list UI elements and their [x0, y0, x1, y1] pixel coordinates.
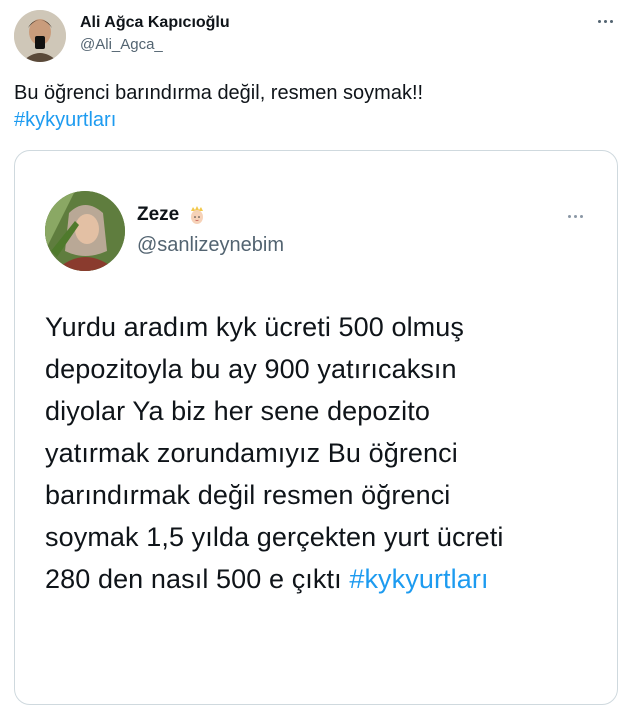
princess-emoji-icon	[191, 206, 204, 224]
quoted-text-line: soymak 1,5 yılda gerçekten yurt ücreti	[45, 522, 504, 552]
author-photo	[14, 10, 66, 62]
quoted-text-line: Yurdu aradım kyk ücreti 500 olmuş	[45, 312, 464, 342]
quoted-author-name: Zeze	[137, 204, 180, 225]
tweet-text: Bu öğrenci barındırma değil, resmen soym…	[14, 80, 614, 134]
quoted-text-line-last: 280 den nasıl 500 e çıktı #kykyurtları	[45, 558, 605, 600]
author-name[interactable]: Ali Ağca Kapıcıoğlu	[80, 14, 230, 32]
quoted-more-options-icon[interactable]	[563, 209, 587, 223]
author-handle[interactable]: @Ali_Agca_	[80, 36, 163, 53]
quoted-text-line-tail: 280 den nasıl 500 e çıktı	[45, 564, 342, 594]
quoted-author-handle[interactable]: @sanlizeynebim	[137, 234, 284, 257]
quoted-text-line: depozitoyla bu ay 900 yatırıcaksın	[45, 354, 457, 384]
more-options-icon[interactable]	[593, 12, 617, 30]
tweet-body: Bu öğrenci barındırma değil, resmen soym…	[14, 82, 424, 104]
quoted-author-name-row[interactable]: Zeze	[137, 204, 207, 226]
quoted-hashtag-link[interactable]: #kykyurtları	[349, 564, 488, 594]
quoted-author-photo	[45, 191, 125, 271]
quoted-author-avatar[interactable]	[45, 191, 125, 271]
quoted-text-line: diyolar Ya biz her sene depozito	[45, 396, 430, 426]
quoted-tweet-text: Yurdu aradım kyk ücreti 500 olmuş depozi…	[45, 306, 605, 600]
quoted-text-line: yatırmak zorundamıyız Bu öğrenci	[45, 438, 458, 468]
quoted-tweet[interactable]: Zeze @sanlizeynebim Yurdu aradım kyk ücr…	[14, 150, 618, 705]
quoted-text-line: barındırmak değil resmen öğrenci	[45, 480, 451, 510]
tweet-hashtag-link[interactable]: #kykyurtları	[14, 107, 614, 134]
tweet-card: Ali Ağca Kapıcıoğlu @Ali_Agca_ Bu öğrenc…	[0, 0, 635, 714]
author-avatar[interactable]	[14, 10, 66, 62]
